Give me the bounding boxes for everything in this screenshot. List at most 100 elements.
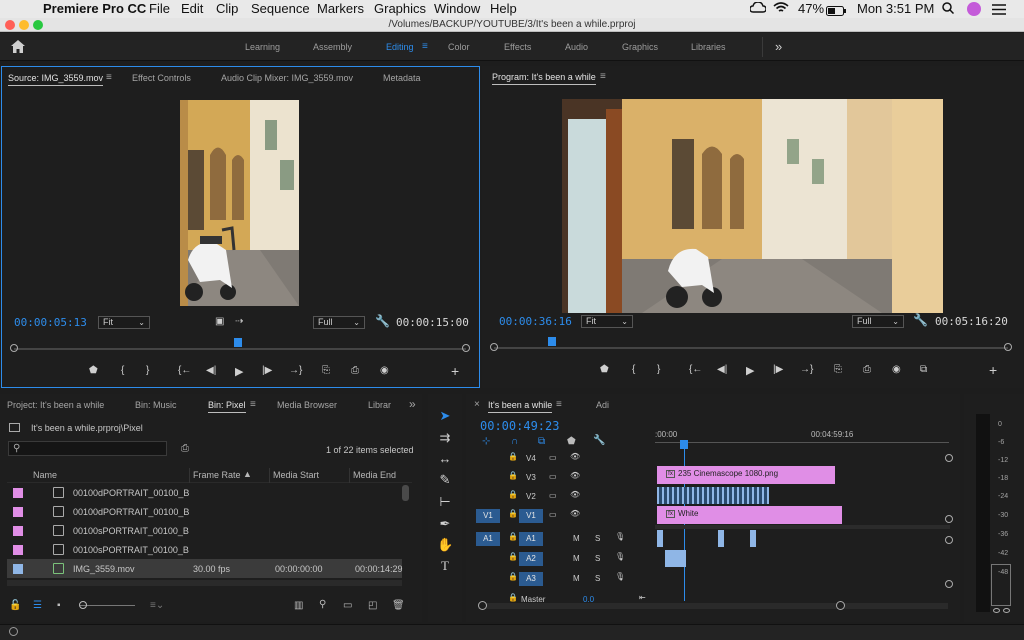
- timeline-add-marker-icon[interactable]: ⬟: [567, 436, 576, 447]
- meter-solo-right-icon[interactable]: [1003, 608, 1010, 613]
- clip-v3[interactable]: fx 235 Cinemascope 1080.png: [657, 466, 835, 484]
- program-export-frame-camera-icon[interactable]: ◉: [892, 364, 901, 375]
- toggle-output-eye-icon[interactable]: 👁: [570, 509, 580, 518]
- program-mark-in-icon[interactable]: {: [632, 364, 635, 375]
- workspace-graphics[interactable]: Graphics: [622, 42, 658, 52]
- program-zoom-handle-left[interactable]: [490, 343, 498, 351]
- tab-project[interactable]: Project: It's been a while: [7, 400, 104, 410]
- source-quality-dropdown[interactable]: Full ⌄: [313, 316, 365, 329]
- siri-icon[interactable]: [967, 2, 981, 16]
- menu-window[interactable]: Window: [434, 1, 480, 16]
- track-lock-icon[interactable]: 🔒: [508, 490, 518, 499]
- program-add-marker-icon[interactable]: ⬟: [600, 364, 609, 375]
- find-icon[interactable]: ⚲: [319, 599, 326, 610]
- sequence-menu-icon[interactable]: ≡: [556, 399, 562, 410]
- tab-bin-music[interactable]: Bin: Music: [135, 400, 177, 410]
- tab-metadata[interactable]: Metadata: [383, 73, 421, 83]
- zoom-slider[interactable]: [80, 605, 135, 606]
- tab-media-browser[interactable]: Media Browser: [277, 400, 337, 410]
- audio-zoom-handle-bottom[interactable]: [945, 580, 953, 588]
- tab-program[interactable]: Program: It's been a while: [492, 72, 596, 85]
- column-frame-rate[interactable]: Frame Rate: [193, 470, 241, 480]
- step-forward-icon[interactable]: |▶: [262, 365, 272, 376]
- source-fit-dropdown[interactable]: Fit ⌄: [98, 316, 150, 329]
- go-to-end-icon[interactable]: ⇤: [639, 593, 646, 602]
- timeline-current-timecode[interactable]: 00:00:49:23: [480, 419, 559, 433]
- new-bin-icon[interactable]: ▭: [343, 600, 352, 611]
- play-icon[interactable]: ▶: [235, 365, 243, 378]
- tab-libraries[interactable]: Librar: [368, 400, 392, 410]
- program-go-to-out-icon[interactable]: →}: [800, 364, 813, 375]
- menu-graphics[interactable]: Graphics: [374, 1, 426, 16]
- menu-markers[interactable]: Markers: [317, 1, 364, 16]
- list-item[interactable]: 00100dPORTRAIT_00100_B: [7, 502, 402, 521]
- audio-clip-a1[interactable]: [750, 530, 756, 547]
- zoom-window-button[interactable]: [33, 20, 43, 30]
- track-lock-icon[interactable]: 🔒: [508, 452, 518, 461]
- project-scrollbar-thumb[interactable]: [402, 485, 409, 501]
- source-patch-a1[interactable]: A1: [476, 532, 500, 546]
- program-play-icon[interactable]: ▶: [746, 364, 754, 377]
- program-fit-dropdown[interactable]: Fit ⌄: [581, 315, 633, 328]
- tab-effect-controls[interactable]: Effect Controls: [132, 73, 191, 83]
- drag-audio-only-icon[interactable]: ⇢: [235, 316, 243, 327]
- track-target-v1[interactable]: V1: [519, 509, 543, 523]
- notification-center-icon[interactable]: [992, 3, 1006, 18]
- vertical-zoom-handle-mid[interactable]: [945, 515, 953, 523]
- ripple-edit-tool-icon[interactable]: ↔: [437, 451, 453, 467]
- tab-second-sequence[interactable]: Adi: [596, 400, 609, 410]
- track-lock-icon[interactable]: 🔒: [508, 471, 518, 480]
- track-name[interactable]: V3: [526, 473, 536, 482]
- program-current-timecode[interactable]: 00:00:36:16: [499, 315, 572, 328]
- list-view-icon[interactable]: ☰: [33, 600, 42, 611]
- clear-trash-icon[interactable]: 🗑: [392, 600, 405, 611]
- icon-view-icon[interactable]: ▪: [57, 600, 61, 611]
- program-video-frame[interactable]: [562, 99, 943, 313]
- mark-out-icon[interactable]: }: [146, 365, 149, 376]
- list-item[interactable]: 00100dPORTRAIT_00100_B: [7, 483, 402, 502]
- workspace-libraries[interactable]: Libraries: [691, 42, 726, 52]
- app-menu[interactable]: Premiere Pro CC: [43, 1, 146, 16]
- master-lock-icon[interactable]: 🔒: [508, 593, 518, 602]
- track-target-a1[interactable]: A1: [519, 532, 543, 546]
- comparison-view-icon[interactable]: ⧉: [920, 364, 927, 375]
- button-editor-plus-icon[interactable]: +: [451, 363, 459, 379]
- toggle-output-eye-icon[interactable]: 👁: [570, 471, 580, 480]
- sync-lock-icon[interactable]: ▭: [549, 472, 557, 481]
- label-color-swatch[interactable]: [13, 564, 23, 574]
- drag-video-only-icon[interactable]: ▣: [215, 316, 224, 327]
- column-name[interactable]: Name: [33, 470, 57, 480]
- source-playhead[interactable]: [234, 338, 242, 347]
- source-scrub-bar[interactable]: [10, 338, 470, 352]
- new-item-icon[interactable]: ◰: [368, 600, 377, 611]
- type-tool-icon[interactable]: T: [437, 558, 453, 574]
- pen-tool-icon[interactable]: ✒: [437, 516, 453, 532]
- workspace-color[interactable]: Color: [448, 42, 470, 52]
- sync-lock-icon[interactable]: ▭: [549, 510, 557, 519]
- mark-in-icon[interactable]: {: [121, 365, 124, 376]
- column-media-start[interactable]: Media Start: [273, 470, 319, 480]
- menu-file[interactable]: File: [149, 1, 170, 16]
- program-go-to-in-icon[interactable]: {←: [689, 364, 702, 375]
- source-settings-wrench-icon[interactable]: 🔧: [375, 314, 390, 328]
- extract-icon[interactable]: ⎙: [863, 364, 871, 375]
- go-to-out-icon[interactable]: →}: [289, 365, 302, 376]
- track-name[interactable]: V4: [526, 454, 536, 463]
- track-name[interactable]: V2: [526, 492, 536, 501]
- workspace-audio[interactable]: Audio: [565, 42, 588, 52]
- vertical-zoom-handle-top[interactable]: [945, 454, 953, 462]
- workspace-menu-icon[interactable]: ≡: [422, 41, 428, 52]
- program-settings-wrench-icon[interactable]: 🔧: [913, 313, 928, 327]
- program-quality-dropdown[interactable]: Full ⌄: [852, 315, 904, 328]
- source-current-timecode[interactable]: 00:00:05:13: [14, 316, 87, 329]
- snap-magnet-icon[interactable]: ∩: [511, 436, 518, 447]
- track-lock-icon[interactable]: 🔒: [508, 552, 518, 561]
- program-mark-out-icon[interactable]: }: [657, 364, 660, 375]
- solo-button[interactable]: S: [595, 554, 600, 563]
- tab-audio-clip-mixer[interactable]: Audio Clip Mixer: IMG_3559.mov: [221, 73, 353, 83]
- voice-over-mic-icon[interactable]: 🎙: [615, 552, 625, 561]
- sort-ascending-icon[interactable]: ▲: [243, 469, 252, 479]
- workspace-editing[interactable]: Editing: [386, 42, 414, 52]
- source-panel-menu-icon[interactable]: ≡: [106, 72, 112, 83]
- menu-sequence[interactable]: Sequence: [251, 1, 310, 16]
